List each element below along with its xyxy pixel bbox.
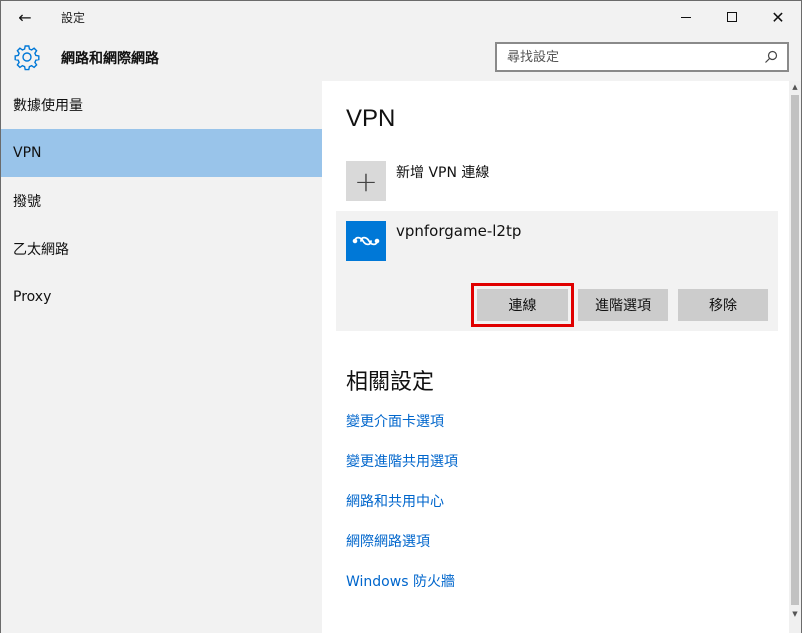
back-arrow-icon[interactable]: ← bbox=[11, 5, 39, 29]
close-icon: ✕ bbox=[771, 7, 785, 27]
vpn-icon bbox=[346, 221, 386, 261]
page-section-title: 網路和網際網路 bbox=[61, 51, 159, 67]
search-icon[interactable] bbox=[759, 45, 783, 69]
remove-button[interactable]: 移除 bbox=[678, 289, 768, 321]
plus-icon: + bbox=[346, 161, 386, 201]
search-input[interactable] bbox=[497, 44, 759, 70]
sidebar-item-ethernet[interactable]: 乙太網路 bbox=[1, 225, 322, 273]
maximize-button[interactable] bbox=[709, 1, 755, 33]
connect-button[interactable]: 連線 bbox=[477, 289, 568, 321]
header: 網路和網際網路 bbox=[1, 33, 801, 81]
link-internet-options[interactable]: 網際網路選項 bbox=[346, 531, 430, 551]
link-windows-firewall[interactable]: Windows 防火牆 bbox=[346, 571, 455, 591]
minimize-button[interactable] bbox=[663, 1, 709, 33]
scrollbar[interactable]: ▲ ▼ bbox=[789, 81, 801, 633]
maximize-icon bbox=[727, 12, 737, 22]
link-network-sharing-center[interactable]: 網路和共用中心 bbox=[346, 491, 444, 511]
title-bar: ← 設定 ✕ bbox=[1, 1, 801, 33]
window-title: 設定 bbox=[61, 11, 86, 25]
settings-window: ← 設定 ✕ 網路和網際網路 數據使用量 bbox=[0, 0, 802, 633]
scroll-up-icon[interactable]: ▲ bbox=[789, 81, 801, 93]
gear-icon bbox=[13, 43, 41, 71]
search-box[interactable] bbox=[495, 42, 789, 72]
scroll-down-icon[interactable]: ▼ bbox=[789, 608, 801, 620]
link-advanced-sharing[interactable]: 變更進階共用選項 bbox=[346, 451, 458, 471]
sidebar-item-vpn[interactable]: VPN bbox=[1, 129, 322, 177]
minimize-icon bbox=[681, 16, 691, 18]
sidebar-item-proxy[interactable]: Proxy bbox=[1, 273, 322, 321]
vpn-connection-card[interactable]: vpnforgame-l2tp 連線 進階選項 移除 bbox=[336, 211, 778, 331]
scroll-thumb[interactable] bbox=[791, 95, 799, 605]
close-button[interactable]: ✕ bbox=[755, 1, 801, 33]
link-adapter-options[interactable]: 變更介面卡選項 bbox=[346, 411, 444, 431]
add-vpn-button[interactable]: + 新增 VPN 連線 bbox=[346, 161, 489, 201]
sidebar: 數據使用量 VPN 撥號 乙太網路 Proxy bbox=[1, 81, 322, 633]
main-content: VPN + 新增 VPN 連線 vpnforgame-l2tp 連線 進階選項 … bbox=[322, 81, 789, 633]
sidebar-item-dialup[interactable]: 撥號 bbox=[1, 177, 322, 225]
related-settings-title: 相關設定 bbox=[346, 370, 435, 395]
sidebar-item-data-usage[interactable]: 數據使用量 bbox=[1, 81, 322, 129]
vpn-connection-name: vpnforgame-l2tp bbox=[396, 222, 522, 240]
advanced-options-button[interactable]: 進階選項 bbox=[578, 289, 668, 321]
page-title: VPN bbox=[346, 105, 396, 132]
add-vpn-label: 新增 VPN 連線 bbox=[396, 165, 490, 181]
